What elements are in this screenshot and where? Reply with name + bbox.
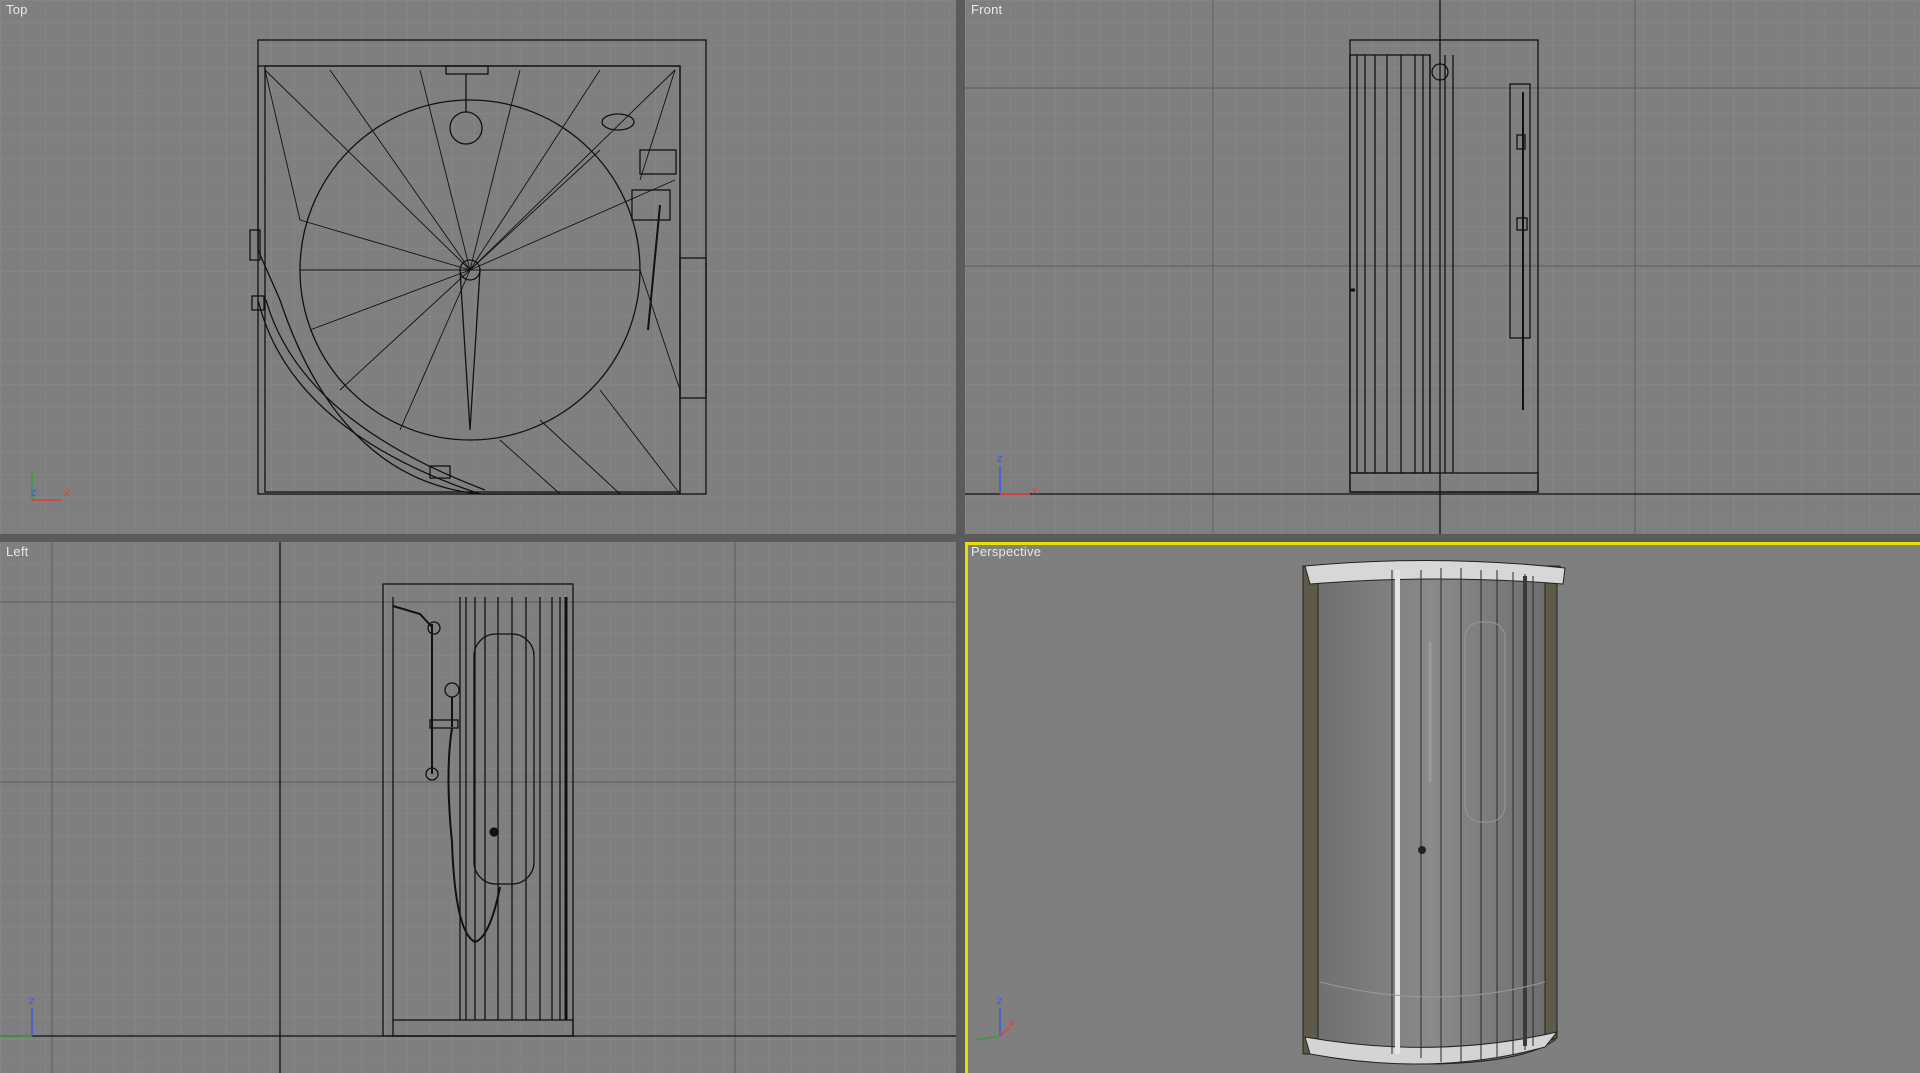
viewport-label-perspective[interactable]: Perspective	[971, 544, 1041, 559]
front-view-scene: z x	[965, 0, 1920, 534]
viewport-label-front[interactable]: Front	[971, 2, 1002, 17]
viewport-top[interactable]: z x Top	[0, 0, 956, 534]
shower-perspective-render	[1302, 559, 1566, 1065]
svg-text:x: x	[1032, 485, 1038, 497]
left-view-scene: z	[0, 542, 956, 1073]
svg-text:z: z	[997, 995, 1003, 1007]
svg-text:x: x	[64, 487, 70, 499]
svg-text:z: z	[997, 453, 1003, 465]
viewport-divider-horizontal[interactable]	[0, 534, 1920, 542]
top-view-scene: z x	[0, 0, 956, 534]
svg-text:z: z	[29, 995, 35, 1007]
viewport-front[interactable]: z x Front	[965, 0, 1920, 534]
viewport-left[interactable]: z Left	[0, 542, 956, 1073]
perspective-view-scene: z x	[965, 542, 1920, 1073]
svg-text:z: z	[31, 487, 37, 499]
viewport-label-left[interactable]: Left	[6, 544, 28, 559]
viewport-label-top[interactable]: Top	[6, 2, 28, 17]
svg-text:x: x	[1009, 1017, 1015, 1029]
viewport-perspective[interactable]: z x Perspective	[965, 542, 1920, 1073]
max-viewport-layout: z x Top z x Front z Left z x Perspective	[0, 0, 1920, 1073]
